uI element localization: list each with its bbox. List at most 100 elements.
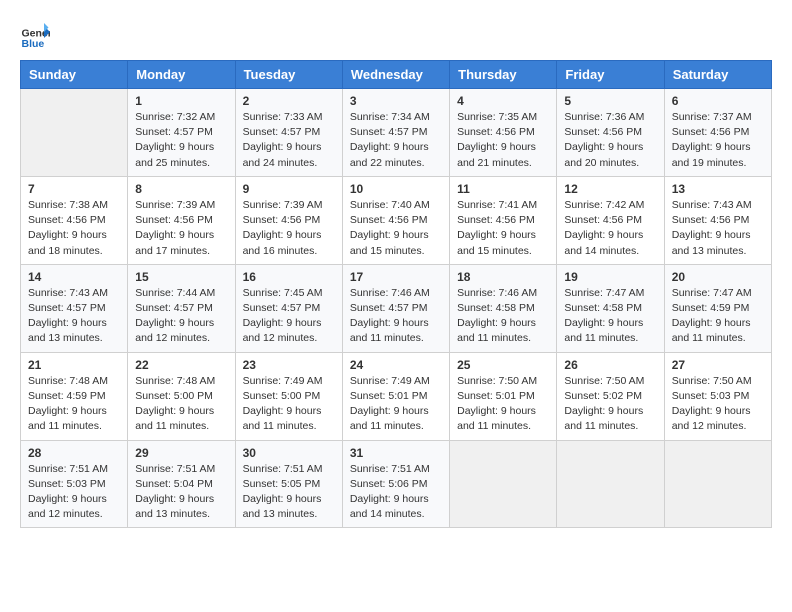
day-number: 16 bbox=[243, 270, 335, 284]
calendar-cell: 13 Sunrise: 7:43 AMSunset: 4:56 PMDayligh… bbox=[664, 176, 771, 264]
day-number: 23 bbox=[243, 358, 335, 372]
day-info: Sunrise: 7:47 AMSunset: 4:59 PMDaylight:… bbox=[672, 286, 764, 347]
day-info: Sunrise: 7:40 AMSunset: 4:56 PMDaylight:… bbox=[350, 198, 442, 259]
calendar-cell: 10 Sunrise: 7:40 AMSunset: 4:56 PMDayligh… bbox=[342, 176, 449, 264]
day-of-week-header: Wednesday bbox=[342, 61, 449, 89]
calendar-cell bbox=[664, 440, 771, 528]
day-number: 4 bbox=[457, 94, 549, 108]
calendar-cell: 7 Sunrise: 7:38 AMSunset: 4:56 PMDaylight… bbox=[21, 176, 128, 264]
calendar-cell: 23 Sunrise: 7:49 AMSunset: 5:00 PMDayligh… bbox=[235, 352, 342, 440]
day-info: Sunrise: 7:41 AMSunset: 4:56 PMDaylight:… bbox=[457, 198, 549, 259]
day-of-week-header: Tuesday bbox=[235, 61, 342, 89]
day-number: 26 bbox=[564, 358, 656, 372]
day-info: Sunrise: 7:45 AMSunset: 4:57 PMDaylight:… bbox=[243, 286, 335, 347]
day-info: Sunrise: 7:39 AMSunset: 4:56 PMDaylight:… bbox=[243, 198, 335, 259]
day-info: Sunrise: 7:49 AMSunset: 5:01 PMDaylight:… bbox=[350, 374, 442, 435]
calendar-cell: 18 Sunrise: 7:46 AMSunset: 4:58 PMDayligh… bbox=[450, 264, 557, 352]
calendar-cell: 16 Sunrise: 7:45 AMSunset: 4:57 PMDayligh… bbox=[235, 264, 342, 352]
day-number: 5 bbox=[564, 94, 656, 108]
day-info: Sunrise: 7:39 AMSunset: 4:56 PMDaylight:… bbox=[135, 198, 227, 259]
calendar-cell: 21 Sunrise: 7:48 AMSunset: 4:59 PMDayligh… bbox=[21, 352, 128, 440]
calendar-cell: 27Sunrise: 7:50 AMSunset: 5:03 PMDayligh… bbox=[664, 352, 771, 440]
day-number: 7 bbox=[28, 182, 120, 196]
calendar-cell: 26 Sunrise: 7:50 AMSunset: 5:02 PMDayligh… bbox=[557, 352, 664, 440]
calendar-cell: 5 Sunrise: 7:36 AMSunset: 4:56 PMDaylight… bbox=[557, 89, 664, 177]
day-info: Sunrise: 7:44 AMSunset: 4:57 PMDaylight:… bbox=[135, 286, 227, 347]
day-info: Sunrise: 7:42 AMSunset: 4:56 PMDaylight:… bbox=[564, 198, 656, 259]
day-number: 21 bbox=[28, 358, 120, 372]
day-number: 18 bbox=[457, 270, 549, 284]
day-number: 19 bbox=[564, 270, 656, 284]
day-number: 12 bbox=[564, 182, 656, 196]
day-number: 29 bbox=[135, 446, 227, 460]
day-number: 20 bbox=[672, 270, 764, 284]
day-number: 2 bbox=[243, 94, 335, 108]
day-number: 27 bbox=[672, 358, 764, 372]
day-info: Sunrise: 7:50 AMSunset: 5:01 PMDaylight:… bbox=[457, 374, 549, 435]
day-info: Sunrise: 7:50 AMSunset: 5:02 PMDaylight:… bbox=[564, 374, 656, 435]
calendar-cell: 1Sunrise: 7:32 AMSunset: 4:57 PMDaylight… bbox=[128, 89, 235, 177]
day-of-week-header: Saturday bbox=[664, 61, 771, 89]
day-info: Sunrise: 7:46 AMSunset: 4:57 PMDaylight:… bbox=[350, 286, 442, 347]
day-number: 25 bbox=[457, 358, 549, 372]
day-number: 11 bbox=[457, 182, 549, 196]
calendar-cell: 22 Sunrise: 7:48 AMSunset: 5:00 PMDayligh… bbox=[128, 352, 235, 440]
day-info: Sunrise: 7:36 AMSunset: 4:56 PMDaylight:… bbox=[564, 110, 656, 171]
day-number: 24 bbox=[350, 358, 442, 372]
calendar-cell: 15 Sunrise: 7:44 AMSunset: 4:57 PMDayligh… bbox=[128, 264, 235, 352]
day-info: Sunrise: 7:34 AMSunset: 4:57 PMDaylight:… bbox=[350, 110, 442, 171]
calendar-cell: 24 Sunrise: 7:49 AMSunset: 5:01 PMDayligh… bbox=[342, 352, 449, 440]
day-number: 15 bbox=[135, 270, 227, 284]
calendar-cell: 17 Sunrise: 7:46 AMSunset: 4:57 PMDayligh… bbox=[342, 264, 449, 352]
calendar-cell: 20 Sunrise: 7:47 AMSunset: 4:59 PMDayligh… bbox=[664, 264, 771, 352]
calendar-cell: 8 Sunrise: 7:39 AMSunset: 4:56 PMDaylight… bbox=[128, 176, 235, 264]
day-info: Sunrise: 7:51 AMSunset: 5:04 PMDaylight:… bbox=[135, 462, 227, 523]
day-number: 1 bbox=[135, 94, 227, 108]
day-number: 3 bbox=[350, 94, 442, 108]
day-info: Sunrise: 7:49 AMSunset: 5:00 PMDaylight:… bbox=[243, 374, 335, 435]
day-of-week-header: Friday bbox=[557, 61, 664, 89]
calendar-cell: 29 Sunrise: 7:51 AMSunset: 5:04 PMDayligh… bbox=[128, 440, 235, 528]
day-info: Sunrise: 7:43 AMSunset: 4:56 PMDaylight:… bbox=[672, 198, 764, 259]
svg-text:Blue: Blue bbox=[22, 38, 45, 50]
calendar-cell: 30Sunrise: 7:51 AMSunset: 5:05 PMDayligh… bbox=[235, 440, 342, 528]
calendar-cell: 14 Sunrise: 7:43 AMSunset: 4:57 PMDayligh… bbox=[21, 264, 128, 352]
logo-icon: General Blue bbox=[20, 20, 50, 50]
day-info: Sunrise: 7:35 AMSunset: 4:56 PMDaylight:… bbox=[457, 110, 549, 171]
calendar-cell: 25 Sunrise: 7:50 AMSunset: 5:01 PMDayligh… bbox=[450, 352, 557, 440]
calendar-cell bbox=[557, 440, 664, 528]
day-number: 22 bbox=[135, 358, 227, 372]
day-info: Sunrise: 7:37 AMSunset: 4:56 PMDaylight:… bbox=[672, 110, 764, 171]
calendar-cell: 4 Sunrise: 7:35 AMSunset: 4:56 PMDaylight… bbox=[450, 89, 557, 177]
day-info: Sunrise: 7:48 AMSunset: 4:59 PMDaylight:… bbox=[28, 374, 120, 435]
day-number: 8 bbox=[135, 182, 227, 196]
day-number: 30 bbox=[243, 446, 335, 460]
calendar-cell: 11 Sunrise: 7:41 AMSunset: 4:56 PMDayligh… bbox=[450, 176, 557, 264]
day-number: 10 bbox=[350, 182, 442, 196]
calendar-cell: 31 Sunrise: 7:51 AMSunset: 5:06 PMDayligh… bbox=[342, 440, 449, 528]
calendar-cell: 6 Sunrise: 7:37 AMSunset: 4:56 PMDaylight… bbox=[664, 89, 771, 177]
calendar-table: SundayMondayTuesdayWednesdayThursdayFrid… bbox=[20, 60, 772, 528]
day-number: 28 bbox=[28, 446, 120, 460]
calendar-cell: 12 Sunrise: 7:42 AMSunset: 4:56 PMDayligh… bbox=[557, 176, 664, 264]
day-number: 31 bbox=[350, 446, 442, 460]
day-of-week-header: Thursday bbox=[450, 61, 557, 89]
day-of-week-header: Sunday bbox=[21, 61, 128, 89]
day-info: Sunrise: 7:48 AMSunset: 5:00 PMDaylight:… bbox=[135, 374, 227, 435]
day-info: Sunrise: 7:51 AMSunset: 5:06 PMDaylight:… bbox=[350, 462, 442, 523]
day-info: Sunrise: 7:33 AMSunset: 4:57 PMDaylight:… bbox=[243, 110, 335, 171]
calendar-cell bbox=[21, 89, 128, 177]
day-info: Sunrise: 7:43 AMSunset: 4:57 PMDaylight:… bbox=[28, 286, 120, 347]
calendar-cell: 3 Sunrise: 7:34 AMSunset: 4:57 PMDaylight… bbox=[342, 89, 449, 177]
day-number: 14 bbox=[28, 270, 120, 284]
day-info: Sunrise: 7:47 AMSunset: 4:58 PMDaylight:… bbox=[564, 286, 656, 347]
day-info: Sunrise: 7:38 AMSunset: 4:56 PMDaylight:… bbox=[28, 198, 120, 259]
calendar-cell: 19 Sunrise: 7:47 AMSunset: 4:58 PMDayligh… bbox=[557, 264, 664, 352]
day-number: 17 bbox=[350, 270, 442, 284]
day-number: 6 bbox=[672, 94, 764, 108]
calendar-cell: 28Sunrise: 7:51 AMSunset: 5:03 PMDayligh… bbox=[21, 440, 128, 528]
day-number: 13 bbox=[672, 182, 764, 196]
day-of-week-header: Monday bbox=[128, 61, 235, 89]
day-info: Sunrise: 7:46 AMSunset: 4:58 PMDaylight:… bbox=[457, 286, 549, 347]
logo: General Blue bbox=[20, 20, 54, 50]
